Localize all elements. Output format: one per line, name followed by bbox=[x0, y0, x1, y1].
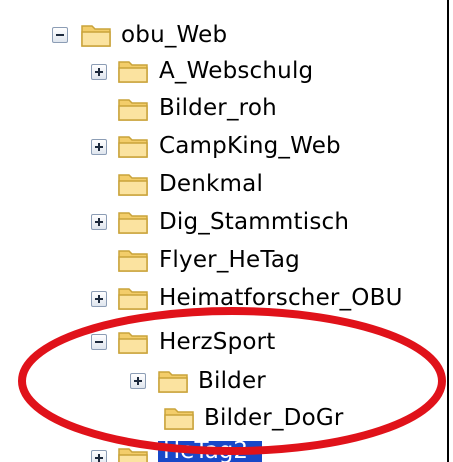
folder-icon bbox=[118, 288, 148, 310]
folder-icon bbox=[118, 212, 148, 234]
expand-toggle-icon[interactable] bbox=[91, 291, 107, 307]
expand-toggle-icon[interactable] bbox=[130, 373, 146, 389]
folder-icon bbox=[118, 174, 148, 196]
tree-item-label[interactable]: HerzSport bbox=[159, 323, 276, 361]
expand-toggle-icon[interactable] bbox=[91, 214, 107, 230]
tree-item-label[interactable]: Dig_Stammtisch bbox=[159, 203, 349, 241]
collapse-toggle-icon[interactable] bbox=[91, 334, 107, 350]
folder-icon bbox=[118, 99, 148, 121]
folder-tree-panel: obu_Web A_Webschulg Bilder_roh CampKing_… bbox=[0, 0, 453, 462]
tree-item-label[interactable]: Flyer_HeTag bbox=[159, 241, 300, 279]
folder-open-icon bbox=[81, 25, 111, 47]
folder-open-icon bbox=[118, 332, 148, 354]
folder-icon bbox=[118, 136, 148, 158]
collapse-toggle-obu-web[interactable] bbox=[52, 27, 68, 43]
tree-item-label[interactable]: Denkmal bbox=[159, 165, 263, 203]
expand-toggle-icon[interactable] bbox=[91, 64, 107, 80]
expand-toggle-icon[interactable] bbox=[91, 139, 107, 155]
expand-toggle-icon[interactable] bbox=[91, 450, 107, 462]
folder-icon bbox=[118, 250, 148, 272]
tree-item-label[interactable]: Heimatforscher_OBU bbox=[159, 279, 403, 317]
tree-item-label[interactable]: Bilder bbox=[198, 362, 266, 400]
tree-item-label[interactable]: A_Webschulg bbox=[159, 52, 313, 90]
selected-tree-item-label[interactable]: HeTag2 bbox=[163, 432, 262, 462]
tree-item-label[interactable]: Bilder_roh bbox=[159, 89, 277, 127]
panel-right-border bbox=[447, 0, 449, 462]
folder-icon bbox=[118, 448, 148, 462]
tree-item-label[interactable]: CampKing_Web bbox=[159, 127, 341, 165]
folder-icon bbox=[158, 371, 188, 393]
folder-icon bbox=[164, 408, 194, 430]
tree-item-label[interactable]: obu_Web bbox=[121, 16, 227, 54]
folder-icon bbox=[118, 61, 148, 83]
